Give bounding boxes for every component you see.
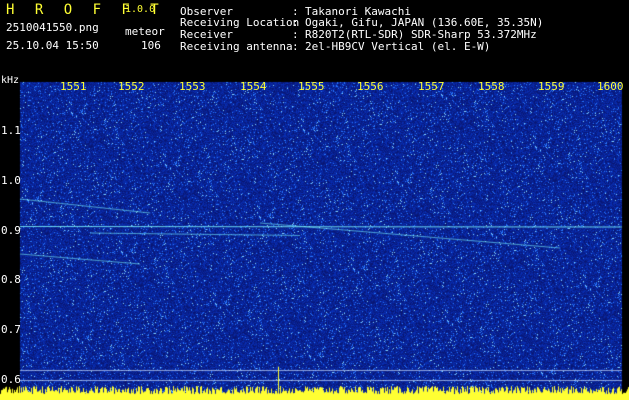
info-key-antenna: Receiving antenna bbox=[180, 40, 293, 53]
y-tick-label: 0.7 bbox=[1, 323, 21, 336]
x-tick-label: 1557 bbox=[418, 80, 445, 93]
info-sep: : bbox=[292, 40, 299, 53]
meteor-count: 106 bbox=[141, 39, 161, 52]
x-tick-label: 1552 bbox=[118, 80, 145, 93]
y-tick-label: 1.1 bbox=[1, 124, 21, 137]
y-tick-label: 1.0 bbox=[1, 174, 21, 187]
x-tick-label: 1559 bbox=[538, 80, 565, 93]
meteor-label: meteor bbox=[125, 25, 165, 38]
y-tick-label: 0.9 bbox=[1, 224, 21, 237]
x-tick-label: 1551 bbox=[60, 80, 87, 93]
x-tick-label: 1553 bbox=[179, 80, 206, 93]
file-datetime: 25.10.04 15:50 bbox=[6, 39, 99, 52]
hrofft-window: H R O F F T 1.0.0 2510041550.png meteor … bbox=[0, 0, 629, 400]
x-tick-label: 1556 bbox=[357, 80, 384, 93]
y-tick-label: 0.6 bbox=[1, 373, 21, 386]
x-tick-label: 1554 bbox=[240, 80, 267, 93]
x-tick-label: 1555 bbox=[298, 80, 325, 93]
y-tick-label: 0.8 bbox=[1, 273, 21, 286]
file-name: 2510041550.png bbox=[6, 21, 99, 34]
x-tick-label: 1600 bbox=[597, 80, 624, 93]
x-tick-label: 1558 bbox=[478, 80, 505, 93]
info-value-antenna: 2el-HB9CV Vertical (el. E-W) bbox=[305, 40, 491, 53]
spectrogram-canvas bbox=[0, 0, 629, 400]
y-axis-unit: kHz bbox=[1, 75, 20, 86]
app-version: 1.0.0 bbox=[125, 4, 156, 15]
